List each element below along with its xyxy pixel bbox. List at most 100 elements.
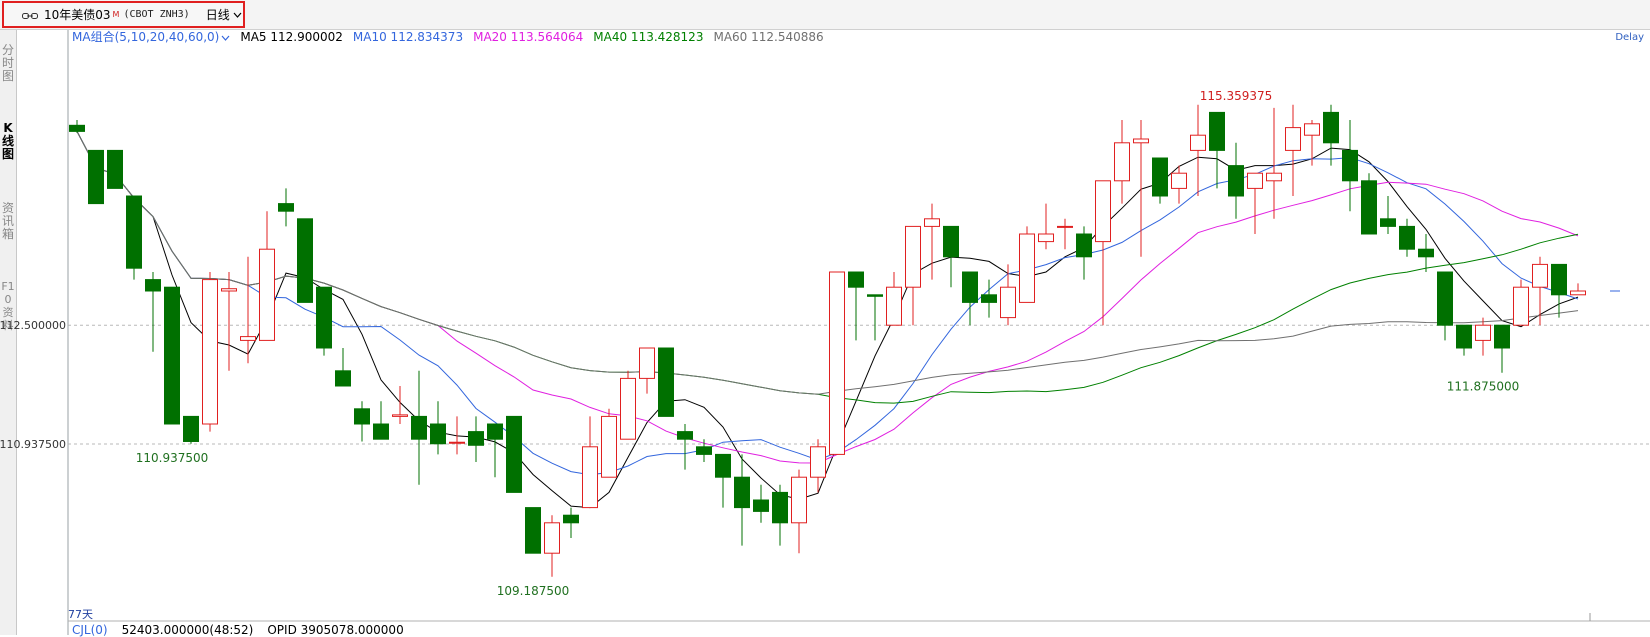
candle-body-56 [1133, 138, 1149, 144]
y-tick-label-1: 110.937500 [0, 438, 66, 451]
candle-body-3 [126, 195, 142, 269]
candle-body-74 [1475, 324, 1491, 341]
candle-body-5 [164, 286, 180, 425]
symbol-selector[interactable]: 10年美债03 M (CBOT ZNH3) 日线 [2, 1, 245, 28]
candle-body-4 [145, 279, 161, 292]
candle-body-23 [506, 415, 522, 493]
candle-body-16 [373, 423, 389, 440]
candle-body-9 [240, 336, 256, 341]
period-dropdown[interactable]: 日线 [206, 6, 242, 23]
candle-body-25 [544, 522, 560, 554]
candle-body-75 [1494, 324, 1510, 349]
kline-chart-area: 112.500000 110.937500 115.359375 110.937500… [0, 30, 1650, 635]
candle-body-49 [1000, 286, 1016, 319]
candle-body-13 [316, 286, 332, 349]
candle-body-30 [639, 347, 655, 379]
candle-body-44 [905, 225, 921, 288]
candle-body-54 [1095, 180, 1111, 243]
candle-body-50 [1019, 233, 1035, 303]
candle-body-6 [183, 415, 199, 442]
candle-body-27 [582, 446, 598, 509]
extreme-label-2: 109.187500 [497, 584, 570, 598]
candle-body-32 [677, 431, 693, 440]
candle-body-29 [620, 377, 636, 440]
candle-body-19 [430, 423, 446, 445]
candle-body-42 [867, 294, 883, 297]
candle-body-37 [772, 491, 788, 524]
candle-body-71 [1418, 248, 1434, 258]
candle-body-63 [1266, 172, 1282, 182]
candle-body-62 [1247, 172, 1263, 189]
candle-body-78 [1551, 263, 1567, 296]
candle-body-43 [886, 286, 902, 326]
link-icon [22, 13, 38, 19]
candle-body-39 [810, 446, 826, 478]
candle-body-59 [1190, 134, 1206, 151]
candle-body-1 [88, 149, 104, 205]
ma-combo-label: MA组合(5,10,20,40,60,0) [72, 30, 220, 44]
ma-combo-selector[interactable]: MA组合(5,10,20,40,60,0) [72, 30, 230, 44]
candle-body-41 [848, 271, 864, 288]
candle-body-8 [221, 288, 237, 292]
candle-body-73 [1456, 324, 1472, 349]
candle-body-38 [791, 476, 807, 524]
chevron-down-icon [233, 12, 242, 18]
candle-body-0 [69, 124, 85, 132]
legend-ma20: MA20 113.564064 [473, 30, 584, 44]
legend-ma40: MA40 113.428123 [593, 30, 704, 44]
candle-body-28 [601, 415, 617, 478]
candle-body-12 [297, 218, 313, 303]
candle-body-11 [278, 203, 294, 212]
candle-body-21 [468, 431, 484, 446]
candle-body-61 [1228, 165, 1244, 197]
candle-body-51 [1038, 233, 1054, 243]
symbol-flag: M [112, 10, 120, 19]
candle-body-2 [107, 149, 123, 189]
candle-body-79 [1570, 290, 1586, 296]
candle-body-15 [354, 408, 370, 425]
top-toolbar: 10年美债03 M (CBOT ZNH3) 日线 [0, 0, 1650, 30]
candle-body-40 [829, 271, 845, 455]
candle-body-53 [1076, 233, 1092, 258]
candle-body-77 [1532, 263, 1548, 288]
ma-legend: MA组合(5,10,20,40,60,0) MA5 112.900002 MA1… [72, 30, 824, 44]
candle-body-22 [487, 423, 503, 440]
candlestick-chart[interactable]: 112.500000 110.937500 115.359375 110.937500… [0, 30, 1650, 635]
extreme-label-1: 110.937500 [136, 451, 209, 465]
candle-body-18 [411, 415, 427, 440]
period-label: 日线 [205, 8, 230, 22]
candle-body-20 [449, 441, 465, 444]
candle-body-68 [1361, 180, 1377, 235]
candle-body-72 [1437, 271, 1453, 326]
candle-body-45 [924, 218, 940, 227]
candle-body-36 [753, 499, 769, 512]
candle-body-31 [658, 347, 674, 417]
candle-body-46 [943, 225, 959, 258]
candle-body-17 [392, 414, 408, 417]
symbol-code: (CBOT ZNH3) [123, 9, 190, 20]
candle-body-7 [202, 279, 218, 425]
legend-ma60: MA60 112.540886 [713, 30, 824, 44]
delay-indicator: Delay [1615, 32, 1644, 43]
legend-ma10: MA10 112.834373 [352, 30, 464, 44]
symbol-name: 10年美债03 [44, 8, 111, 22]
candle-body-57 [1152, 157, 1168, 197]
candle-body-26 [563, 514, 579, 524]
candle-body-70 [1399, 225, 1415, 250]
candle-body-47 [962, 271, 978, 303]
candle-body-52 [1057, 225, 1073, 228]
chevron-down-icon [221, 35, 230, 41]
extreme-label-0: 115.359375 [1200, 89, 1273, 103]
candle-body-10 [259, 248, 275, 341]
candle-body-14 [335, 370, 351, 387]
candle-body-35 [734, 476, 750, 509]
candle-body-66 [1323, 111, 1339, 144]
legend-ma5: MA5 112.900002 [240, 30, 343, 44]
candle-body-24 [525, 507, 541, 554]
candle-body-55 [1114, 142, 1130, 182]
candle-body-64 [1285, 127, 1301, 151]
candle-body-60 [1209, 111, 1225, 151]
candle-body-65 [1304, 123, 1320, 136]
candle-body-33 [696, 446, 712, 455]
candle-body-34 [715, 453, 731, 478]
